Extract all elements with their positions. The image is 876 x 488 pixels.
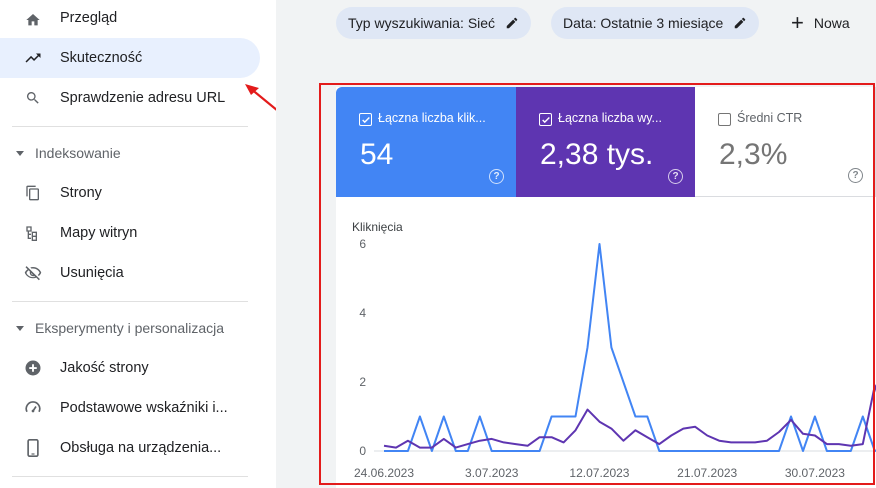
checkbox-checked-icon[interactable] bbox=[359, 113, 372, 126]
trending-up-icon bbox=[24, 49, 42, 67]
home-icon bbox=[24, 11, 42, 29]
pencil-icon bbox=[505, 16, 519, 30]
x-tick-label: 21.07.2023 bbox=[677, 466, 737, 480]
sidebar-item-page-experience[interactable]: Jakość strony bbox=[0, 348, 260, 388]
search-type-filter-chip[interactable]: Typ wyszukiwania: Sieć bbox=[336, 7, 532, 39]
plus-circle-icon bbox=[24, 359, 42, 377]
metric-value: 2,38 tys. bbox=[540, 138, 654, 171]
new-filter-button[interactable]: + Nowa bbox=[791, 9, 850, 37]
eye-off-icon bbox=[24, 264, 42, 282]
phone-icon bbox=[24, 439, 42, 457]
metric-card-ctr[interactable]: Średni CTR 2,3% ? bbox=[695, 87, 876, 197]
chip-label: Data: Ostatnie 3 miesiące bbox=[563, 15, 724, 31]
x-tick-label: 12.07.2023 bbox=[569, 466, 629, 480]
y-tick-label: 0 bbox=[359, 444, 366, 458]
sidebar: Przegląd Skuteczność Sprawdzenie adresu … bbox=[0, 0, 276, 488]
sidebar-item-core-web-vitals[interactable]: Podstawowe wskaźniki i... bbox=[0, 388, 260, 428]
sidebar-divider bbox=[12, 301, 248, 302]
metric-value: 2,3% bbox=[719, 138, 788, 171]
clicks-impressions-line-chart: 6 4 2 0 24.06.2023 3.07.2023 12.07.2023 21.07.2… bbox=[354, 237, 876, 480]
metric-label: Łączna liczba klik... bbox=[378, 111, 486, 125]
sidebar-item-label: Obsługa na urządzenia... bbox=[60, 440, 222, 456]
plus-icon: + bbox=[791, 10, 804, 35]
checkbox-unchecked-icon[interactable] bbox=[718, 113, 731, 126]
checkbox-checked-icon[interactable] bbox=[539, 113, 552, 126]
sidebar-item-url-inspection[interactable]: Sprawdzenie adresu URL bbox=[0, 78, 260, 118]
sidebar-divider bbox=[12, 126, 248, 127]
new-filter-label: Nowa bbox=[813, 15, 850, 31]
metric-value: 54 bbox=[360, 138, 394, 171]
x-tick-label: 3.07.2023 bbox=[465, 466, 519, 480]
section-title: Indeksowanie bbox=[35, 145, 121, 161]
metric-label: Średni CTR bbox=[737, 111, 803, 125]
pages-icon bbox=[24, 184, 42, 202]
sidebar-item-pages[interactable]: Strony bbox=[0, 173, 260, 213]
sidebar-item-label: Przegląd bbox=[60, 10, 118, 26]
section-title: Eksperymenty i personalizacja bbox=[35, 320, 225, 336]
sidebar-item-label: Mapy witryn bbox=[60, 225, 138, 241]
sidebar-item-label: Usunięcia bbox=[60, 265, 124, 281]
y-tick-label: 6 bbox=[359, 237, 366, 251]
x-tick-label: 24.06.2023 bbox=[354, 466, 414, 480]
caret-down-icon bbox=[16, 150, 24, 156]
y-tick-label: 2 bbox=[359, 375, 366, 389]
sitemap-icon bbox=[24, 224, 42, 242]
date-filter-chip[interactable]: Data: Ostatnie 3 miesiące bbox=[551, 7, 760, 39]
help-icon[interactable]: ? bbox=[489, 169, 504, 184]
metric-label: Łączna liczba wy... bbox=[558, 111, 662, 125]
sidebar-divider bbox=[12, 476, 248, 477]
caret-down-icon bbox=[16, 325, 24, 331]
sidebar-item-label: Podstawowe wskaźniki i... bbox=[60, 400, 228, 416]
sidebar-item-label: Sprawdzenie adresu URL bbox=[60, 90, 226, 106]
gauge-icon bbox=[24, 399, 42, 417]
section-experiments[interactable]: Eksperymenty i personalizacja bbox=[16, 318, 224, 338]
y-tick-label: 4 bbox=[359, 306, 366, 320]
sidebar-item-performance[interactable]: Skuteczność bbox=[0, 38, 260, 78]
chip-label: Typ wyszukiwania: Sieć bbox=[348, 15, 496, 31]
section-indexing[interactable]: Indeksowanie bbox=[16, 143, 121, 163]
sidebar-item-sitemaps[interactable]: Mapy witryn bbox=[0, 213, 260, 253]
sidebar-item-mobile-usability[interactable]: Obsługa na urządzenia... bbox=[0, 428, 260, 468]
x-tick-label: 30.07.2023 bbox=[785, 466, 845, 480]
sidebar-item-label: Jakość strony bbox=[60, 360, 149, 376]
metric-card-impressions[interactable]: Łączna liczba wy... 2,38 tys. ? bbox=[516, 87, 695, 197]
sidebar-item-label: Strony bbox=[60, 185, 102, 201]
help-icon[interactable]: ? bbox=[848, 168, 863, 183]
sidebar-item-removals[interactable]: Usunięcia bbox=[0, 253, 260, 293]
sidebar-item-overview[interactable]: Przegląd bbox=[0, 0, 260, 40]
impressions-series-line bbox=[383, 384, 876, 449]
search-icon bbox=[24, 89, 42, 107]
clicks-series-line bbox=[384, 243, 876, 452]
metric-card-clicks[interactable]: Łączna liczba klik... 54 ? bbox=[336, 87, 516, 197]
pencil-icon bbox=[733, 16, 747, 30]
sidebar-item-label: Skuteczność bbox=[60, 50, 143, 66]
help-icon[interactable]: ? bbox=[668, 169, 683, 184]
